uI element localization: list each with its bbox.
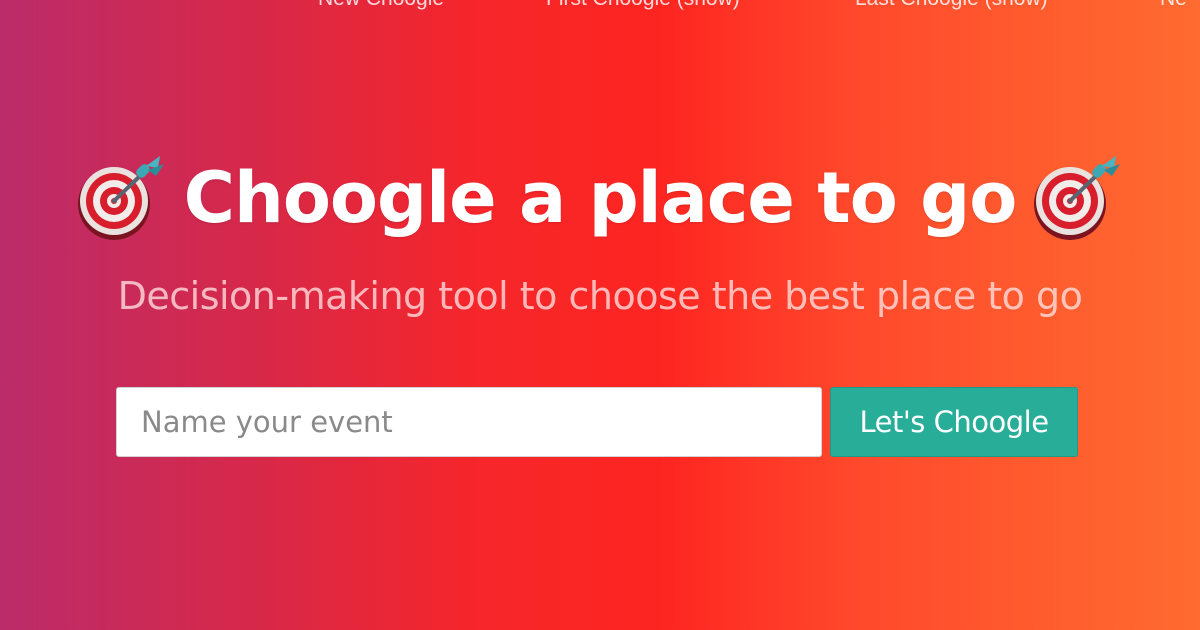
nav-link-first-choogle[interactable]: First Choogle (show) [546, 0, 740, 11]
nav-link-last-choogle[interactable]: Last Choogle (show) [855, 0, 1048, 11]
page-title: Choogle a place to go [183, 157, 1018, 239]
nav-link-new-choogle[interactable]: New Choogle [318, 0, 444, 11]
event-name-input[interactable] [116, 387, 822, 457]
page-subtitle: Decision-making tool to choose the best … [117, 274, 1083, 318]
target-icon [77, 156, 164, 240]
top-nav: New Choogle First Choogle (show) Last Ch… [0, 0, 1200, 17]
hero-heading: Choogle a place to go [0, 148, 1200, 248]
nav-link-next[interactable]: Ne [1160, 0, 1187, 11]
target-icon [1034, 156, 1121, 240]
lets-choogle-button[interactable]: Let's Choogle [830, 387, 1078, 457]
